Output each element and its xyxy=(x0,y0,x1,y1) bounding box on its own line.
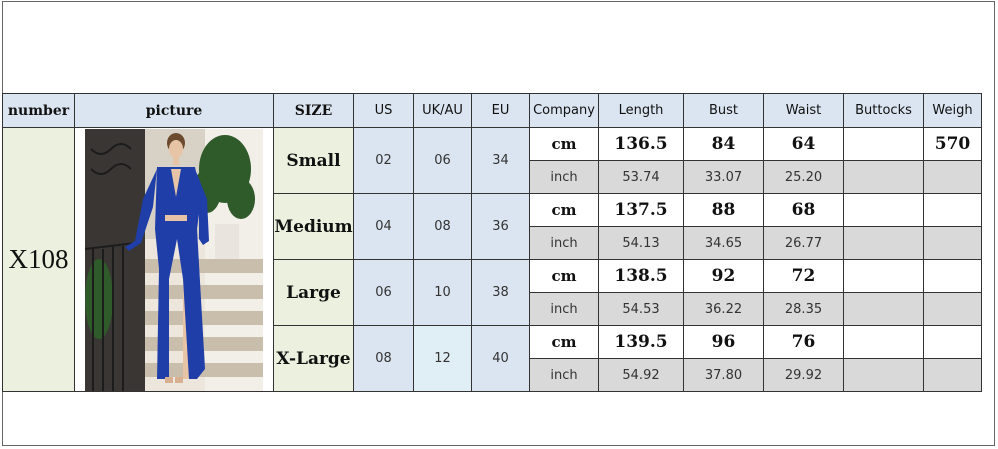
header-bust: Bust xyxy=(683,93,764,128)
weight-inch xyxy=(923,292,982,326)
header-buttocks: Buttocks xyxy=(843,93,924,128)
product-number: X108 xyxy=(2,127,75,392)
us-size: 02 xyxy=(353,127,414,194)
size-label: Small xyxy=(273,127,354,194)
unit-inch: inch xyxy=(529,226,599,260)
size-label: Medium xyxy=(273,193,354,260)
buttocks-inch xyxy=(843,226,924,260)
weight-value xyxy=(923,325,982,359)
weight-inch xyxy=(923,160,982,194)
length-inch: 53.74 xyxy=(598,160,684,194)
header-row: number picture SIZE US UK/AU EU Company … xyxy=(2,93,982,128)
bust-inch: 37.80 xyxy=(683,358,764,392)
length-cm: 137.5 xyxy=(598,193,684,227)
us-size: 04 xyxy=(353,193,414,260)
header-number: number xyxy=(2,93,75,128)
header-eu: EU xyxy=(471,93,530,128)
weight-inch xyxy=(923,226,982,260)
eu-size: 38 xyxy=(471,259,530,326)
bust-cm: 92 xyxy=(683,259,764,293)
us-size: 08 xyxy=(353,325,414,392)
waist-cm: 68 xyxy=(763,193,844,227)
eu-size: 34 xyxy=(471,127,530,194)
buttocks-cm xyxy=(843,259,924,293)
product-photo xyxy=(85,128,263,391)
buttocks-inch xyxy=(843,292,924,326)
product-picture-cell xyxy=(74,127,274,392)
header-size: SIZE xyxy=(273,93,354,128)
header-weigh: Weigh xyxy=(923,93,982,128)
waist-inch: 26.77 xyxy=(763,226,844,260)
waist-cm: 72 xyxy=(763,259,844,293)
size-label: Large xyxy=(273,259,354,326)
table-row: X108 Small 02 06 34 cm 136.5 84 64 570 xyxy=(2,127,982,392)
buttocks-inch xyxy=(843,358,924,392)
size-label: X-Large xyxy=(273,325,354,392)
size-chart-table: number picture SIZE US UK/AU EU Company … xyxy=(2,93,982,392)
waist-inch: 28.35 xyxy=(763,292,844,326)
uk-size: 06 xyxy=(413,127,472,194)
bust-inch: 33.07 xyxy=(683,160,764,194)
weight-value xyxy=(923,259,982,293)
length-inch: 54.53 xyxy=(598,292,684,326)
uk-size: 12 xyxy=(413,325,472,392)
weight-value xyxy=(923,193,982,227)
weight-value: 570 xyxy=(923,127,982,161)
eu-size: 40 xyxy=(471,325,530,392)
bust-cm: 96 xyxy=(683,325,764,359)
length-inch: 54.92 xyxy=(598,358,684,392)
us-size: 06 xyxy=(353,259,414,326)
header-company: Company xyxy=(529,93,599,128)
unit-cm: cm xyxy=(529,325,599,359)
unit-cm: cm xyxy=(529,193,599,227)
bust-inch: 34.65 xyxy=(683,226,764,260)
unit-inch: inch xyxy=(529,292,599,326)
weight-inch xyxy=(923,358,982,392)
bust-cm: 84 xyxy=(683,127,764,161)
eu-size: 36 xyxy=(471,193,530,260)
buttocks-cm xyxy=(843,325,924,359)
waist-cm: 76 xyxy=(763,325,844,359)
buttocks-cm xyxy=(843,193,924,227)
length-inch: 54.13 xyxy=(598,226,684,260)
header-uk-au: UK/AU xyxy=(413,93,472,128)
uk-size: 10 xyxy=(413,259,472,326)
header-length: Length xyxy=(598,93,684,128)
length-cm: 138.5 xyxy=(598,259,684,293)
waist-inch: 29.92 xyxy=(763,358,844,392)
length-cm: 139.5 xyxy=(598,325,684,359)
waist-cm: 64 xyxy=(763,127,844,161)
unit-inch: inch xyxy=(529,358,599,392)
header-us: US xyxy=(353,93,414,128)
unit-cm: cm xyxy=(529,127,599,161)
bust-cm: 88 xyxy=(683,193,764,227)
buttocks-cm xyxy=(843,127,924,161)
length-cm: 136.5 xyxy=(598,127,684,161)
header-picture: picture xyxy=(74,93,274,128)
header-waist: Waist xyxy=(763,93,844,128)
uk-size: 08 xyxy=(413,193,472,260)
buttocks-inch xyxy=(843,160,924,194)
unit-cm: cm xyxy=(529,259,599,293)
unit-inch: inch xyxy=(529,160,599,194)
bust-inch: 36.22 xyxy=(683,292,764,326)
waist-inch: 25.20 xyxy=(763,160,844,194)
